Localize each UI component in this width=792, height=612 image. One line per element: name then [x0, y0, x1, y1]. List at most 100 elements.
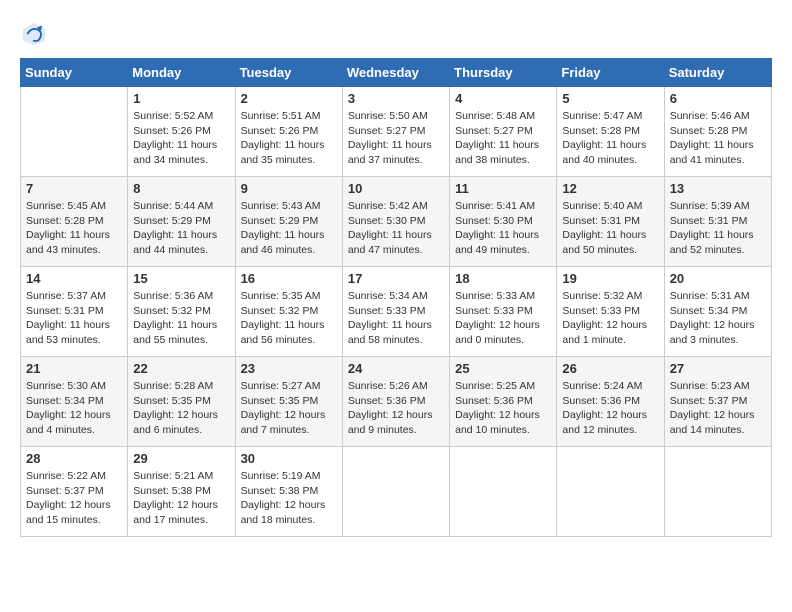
sunrise-text: Sunrise: 5:52 AM: [133, 110, 213, 122]
cell-info: Sunrise: 5:44 AM Sunset: 5:29 PM Dayligh…: [133, 199, 229, 258]
cell-info: Sunrise: 5:28 AM Sunset: 5:35 PM Dayligh…: [133, 379, 229, 438]
day-number: 12: [562, 181, 658, 196]
calendar-cell: 19 Sunrise: 5:32 AM Sunset: 5:33 PM Dayl…: [557, 267, 664, 357]
day-number: 17: [348, 271, 444, 286]
calendar-week-4: 21 Sunrise: 5:30 AM Sunset: 5:34 PM Dayl…: [21, 357, 772, 447]
day-number: 2: [241, 91, 337, 106]
sunset-text: Sunset: 5:35 PM: [133, 395, 211, 407]
sunrise-text: Sunrise: 5:30 AM: [26, 380, 106, 392]
calendar-week-5: 28 Sunrise: 5:22 AM Sunset: 5:37 PM Dayl…: [21, 447, 772, 537]
sunset-text: Sunset: 5:31 PM: [26, 305, 104, 317]
daylight-text: Daylight: 12 hours and 4 minutes.: [26, 409, 111, 436]
calendar-cell: 7 Sunrise: 5:45 AM Sunset: 5:28 PM Dayli…: [21, 177, 128, 267]
daylight-text: Daylight: 12 hours and 9 minutes.: [348, 409, 433, 436]
calendar-cell: [342, 447, 449, 537]
cell-info: Sunrise: 5:26 AM Sunset: 5:36 PM Dayligh…: [348, 379, 444, 438]
sunrise-text: Sunrise: 5:50 AM: [348, 110, 428, 122]
sunrise-text: Sunrise: 5:36 AM: [133, 290, 213, 302]
day-number: 8: [133, 181, 229, 196]
header-thursday: Thursday: [450, 59, 557, 87]
calendar-cell: 12 Sunrise: 5:40 AM Sunset: 5:31 PM Dayl…: [557, 177, 664, 267]
calendar-header-row: SundayMondayTuesdayWednesdayThursdayFrid…: [21, 59, 772, 87]
daylight-text: Daylight: 12 hours and 17 minutes.: [133, 499, 218, 526]
sunset-text: Sunset: 5:32 PM: [241, 305, 319, 317]
cell-info: Sunrise: 5:51 AM Sunset: 5:26 PM Dayligh…: [241, 109, 337, 168]
daylight-text: Daylight: 12 hours and 3 minutes.: [670, 319, 755, 346]
day-number: 14: [26, 271, 122, 286]
calendar-cell: 18 Sunrise: 5:33 AM Sunset: 5:33 PM Dayl…: [450, 267, 557, 357]
cell-info: Sunrise: 5:21 AM Sunset: 5:38 PM Dayligh…: [133, 469, 229, 528]
calendar-cell: 4 Sunrise: 5:48 AM Sunset: 5:27 PM Dayli…: [450, 87, 557, 177]
sunrise-text: Sunrise: 5:27 AM: [241, 380, 321, 392]
sunrise-text: Sunrise: 5:45 AM: [26, 200, 106, 212]
sunset-text: Sunset: 5:37 PM: [26, 485, 104, 497]
calendar-cell: 25 Sunrise: 5:25 AM Sunset: 5:36 PM Dayl…: [450, 357, 557, 447]
daylight-text: Daylight: 12 hours and 15 minutes.: [26, 499, 111, 526]
day-number: 1: [133, 91, 229, 106]
calendar-cell: 13 Sunrise: 5:39 AM Sunset: 5:31 PM Dayl…: [664, 177, 771, 267]
calendar-cell: 15 Sunrise: 5:36 AM Sunset: 5:32 PM Dayl…: [128, 267, 235, 357]
daylight-text: Daylight: 12 hours and 14 minutes.: [670, 409, 755, 436]
day-number: 15: [133, 271, 229, 286]
cell-info: Sunrise: 5:40 AM Sunset: 5:31 PM Dayligh…: [562, 199, 658, 258]
daylight-text: Daylight: 11 hours and 38 minutes.: [455, 139, 539, 166]
calendar-week-2: 7 Sunrise: 5:45 AM Sunset: 5:28 PM Dayli…: [21, 177, 772, 267]
sunrise-text: Sunrise: 5:34 AM: [348, 290, 428, 302]
header-saturday: Saturday: [664, 59, 771, 87]
calendar-cell: 5 Sunrise: 5:47 AM Sunset: 5:28 PM Dayli…: [557, 87, 664, 177]
calendar-cell: 10 Sunrise: 5:42 AM Sunset: 5:30 PM Dayl…: [342, 177, 449, 267]
day-number: 30: [241, 451, 337, 466]
sunset-text: Sunset: 5:31 PM: [562, 215, 640, 227]
sunset-text: Sunset: 5:30 PM: [455, 215, 533, 227]
sunset-text: Sunset: 5:29 PM: [133, 215, 211, 227]
day-number: 28: [26, 451, 122, 466]
cell-info: Sunrise: 5:25 AM Sunset: 5:36 PM Dayligh…: [455, 379, 551, 438]
daylight-text: Daylight: 11 hours and 41 minutes.: [670, 139, 754, 166]
sunrise-text: Sunrise: 5:48 AM: [455, 110, 535, 122]
sunset-text: Sunset: 5:34 PM: [670, 305, 748, 317]
cell-info: Sunrise: 5:33 AM Sunset: 5:33 PM Dayligh…: [455, 289, 551, 348]
cell-info: Sunrise: 5:39 AM Sunset: 5:31 PM Dayligh…: [670, 199, 766, 258]
day-number: 3: [348, 91, 444, 106]
sunset-text: Sunset: 5:30 PM: [348, 215, 426, 227]
daylight-text: Daylight: 12 hours and 6 minutes.: [133, 409, 218, 436]
calendar-cell: 9 Sunrise: 5:43 AM Sunset: 5:29 PM Dayli…: [235, 177, 342, 267]
sunrise-text: Sunrise: 5:25 AM: [455, 380, 535, 392]
day-number: 23: [241, 361, 337, 376]
sunset-text: Sunset: 5:29 PM: [241, 215, 319, 227]
sunrise-text: Sunrise: 5:47 AM: [562, 110, 642, 122]
header-monday: Monday: [128, 59, 235, 87]
cell-info: Sunrise: 5:19 AM Sunset: 5:38 PM Dayligh…: [241, 469, 337, 528]
cell-info: Sunrise: 5:35 AM Sunset: 5:32 PM Dayligh…: [241, 289, 337, 348]
daylight-text: Daylight: 11 hours and 58 minutes.: [348, 319, 432, 346]
cell-info: Sunrise: 5:48 AM Sunset: 5:27 PM Dayligh…: [455, 109, 551, 168]
day-number: 29: [133, 451, 229, 466]
calendar-cell: 6 Sunrise: 5:46 AM Sunset: 5:28 PM Dayli…: [664, 87, 771, 177]
sunset-text: Sunset: 5:28 PM: [26, 215, 104, 227]
cell-info: Sunrise: 5:41 AM Sunset: 5:30 PM Dayligh…: [455, 199, 551, 258]
calendar-cell: 17 Sunrise: 5:34 AM Sunset: 5:33 PM Dayl…: [342, 267, 449, 357]
logo-icon: [20, 20, 48, 48]
sunset-text: Sunset: 5:36 PM: [455, 395, 533, 407]
daylight-text: Daylight: 11 hours and 49 minutes.: [455, 229, 539, 256]
daylight-text: Daylight: 11 hours and 40 minutes.: [562, 139, 646, 166]
day-number: 10: [348, 181, 444, 196]
daylight-text: Daylight: 11 hours and 37 minutes.: [348, 139, 432, 166]
sunset-text: Sunset: 5:35 PM: [241, 395, 319, 407]
day-number: 27: [670, 361, 766, 376]
calendar-cell: 28 Sunrise: 5:22 AM Sunset: 5:37 PM Dayl…: [21, 447, 128, 537]
sunrise-text: Sunrise: 5:35 AM: [241, 290, 321, 302]
daylight-text: Daylight: 11 hours and 53 minutes.: [26, 319, 110, 346]
sunset-text: Sunset: 5:36 PM: [348, 395, 426, 407]
sunrise-text: Sunrise: 5:41 AM: [455, 200, 535, 212]
sunset-text: Sunset: 5:27 PM: [348, 125, 426, 137]
calendar-cell: 20 Sunrise: 5:31 AM Sunset: 5:34 PM Dayl…: [664, 267, 771, 357]
day-number: 13: [670, 181, 766, 196]
sunset-text: Sunset: 5:38 PM: [241, 485, 319, 497]
calendar-cell: 1 Sunrise: 5:52 AM Sunset: 5:26 PM Dayli…: [128, 87, 235, 177]
calendar-cell: [21, 87, 128, 177]
sunrise-text: Sunrise: 5:22 AM: [26, 470, 106, 482]
calendar-cell: 2 Sunrise: 5:51 AM Sunset: 5:26 PM Dayli…: [235, 87, 342, 177]
calendar-cell: 3 Sunrise: 5:50 AM Sunset: 5:27 PM Dayli…: [342, 87, 449, 177]
calendar-cell: 21 Sunrise: 5:30 AM Sunset: 5:34 PM Dayl…: [21, 357, 128, 447]
